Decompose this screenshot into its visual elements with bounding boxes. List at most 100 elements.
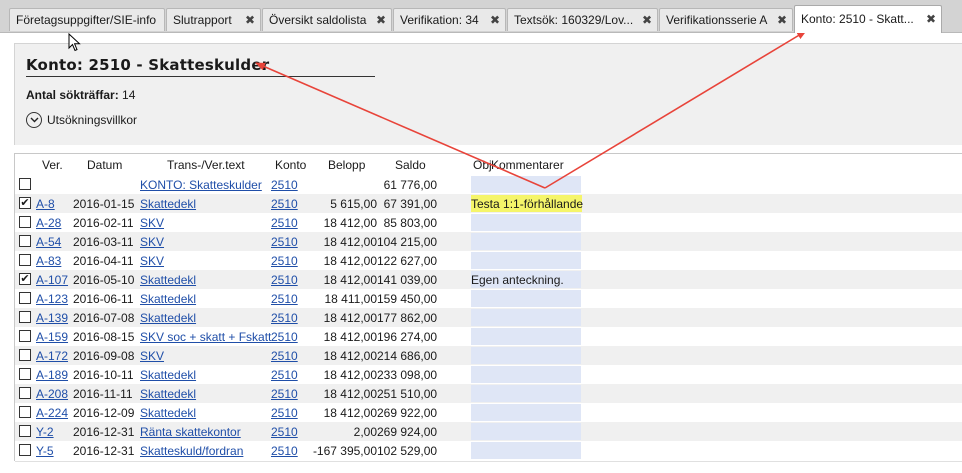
- row-checkbox[interactable]: [19, 292, 31, 304]
- comment-cell[interactable]: [471, 347, 581, 364]
- konto-link[interactable]: 2510: [271, 425, 298, 439]
- comment-cell[interactable]: [471, 328, 581, 345]
- trans-text-link[interactable]: Skattedekl: [140, 406, 196, 420]
- ver-link[interactable]: A-208: [36, 387, 68, 401]
- column-header-kommentarer[interactable]: Kommentarer: [491, 158, 564, 172]
- column-header-konto[interactable]: Konto: [275, 158, 306, 172]
- column-header-saldo[interactable]: Saldo: [395, 158, 426, 172]
- ver-link[interactable]: A-139: [36, 311, 68, 325]
- column-header-datum[interactable]: Datum: [87, 158, 122, 172]
- trans-text-link[interactable]: SKV: [140, 349, 164, 363]
- row-checkbox[interactable]: [19, 406, 31, 418]
- filter-label[interactable]: Utsökningsvillkor: [47, 113, 137, 127]
- trans-text-link[interactable]: KONTO: Skatteskulder: [140, 178, 262, 192]
- konto-link[interactable]: 2510: [271, 216, 298, 230]
- table-row[interactable]: A-83 2016-04-11 SKV 2510 18 412,00 122 627,00: [15, 251, 962, 270]
- table-row[interactable]: KONTO: Skatteskulder 2510 61 776,00: [15, 175, 962, 194]
- row-checkbox[interactable]: [19, 216, 31, 228]
- ver-link[interactable]: A-224: [36, 406, 68, 420]
- column-header-text[interactable]: Trans-/Ver.text: [167, 158, 245, 172]
- konto-link[interactable]: 2510: [271, 197, 298, 211]
- konto-link[interactable]: 2510: [271, 349, 298, 363]
- tab-label[interactable]: Slutrapport: [173, 9, 232, 31]
- ver-link[interactable]: A-83: [36, 254, 61, 268]
- ver-link[interactable]: A-172: [36, 349, 68, 363]
- tab-7[interactable]: Konto: 2510 - Skatt... ✖: [794, 5, 942, 33]
- close-icon[interactable]: ✖: [926, 6, 936, 32]
- tab-label[interactable]: Textsök: 160329/Lov...: [514, 9, 633, 31]
- tab-6[interactable]: Verifikationsserie A ✖: [659, 8, 793, 31]
- ver-link[interactable]: A-159: [36, 330, 68, 344]
- close-icon[interactable]: ✖: [642, 9, 652, 31]
- tab-1[interactable]: Företagsuppgifter/SIE-info: [9, 8, 165, 31]
- ver-link[interactable]: A-28: [36, 216, 61, 230]
- tab-3[interactable]: Översikt saldolista ✖: [262, 8, 392, 31]
- row-checkbox[interactable]: ✔: [19, 273, 31, 285]
- table-row[interactable]: A-172 2016-09-08 SKV 2510 18 412,00 214 686,0…: [15, 346, 962, 365]
- comment-cell[interactable]: [471, 366, 581, 383]
- ver-link[interactable]: A-107: [36, 273, 68, 287]
- tab-4[interactable]: Verifikation: 34 ✖: [393, 8, 506, 31]
- tab-label[interactable]: Företagsuppgifter/SIE-info: [16, 9, 156, 31]
- comment-cell[interactable]: [471, 252, 581, 269]
- trans-text-link[interactable]: SKV: [140, 216, 164, 230]
- table-row[interactable]: ✔ A-107 2016-05-10 Skattedekl 2510 18 412,00 1…: [15, 270, 962, 289]
- close-icon[interactable]: ✖: [376, 9, 386, 31]
- konto-link[interactable]: 2510: [271, 444, 298, 458]
- trans-text-link[interactable]: Skattedekl: [140, 368, 196, 382]
- konto-link[interactable]: 2510: [271, 235, 298, 249]
- row-checkbox[interactable]: [19, 330, 31, 342]
- column-header-obj[interactable]: Obj: [473, 158, 492, 172]
- trans-text-link[interactable]: Skattedekl: [140, 311, 196, 325]
- konto-link[interactable]: 2510: [271, 406, 298, 420]
- comment-cell[interactable]: [471, 233, 581, 250]
- close-icon[interactable]: ✖: [777, 9, 787, 31]
- tab-2[interactable]: Slutrapport ✖: [166, 8, 261, 31]
- trans-text-link[interactable]: Ränta skattekontor: [140, 425, 241, 439]
- konto-link[interactable]: 2510: [271, 330, 298, 344]
- chevron-down-icon[interactable]: [26, 112, 42, 128]
- konto-link[interactable]: 2510: [271, 311, 298, 325]
- trans-text-link[interactable]: Skattedekl: [140, 387, 196, 401]
- table-row[interactable]: A-224 2016-12-09 Skattedekl 2510 18 412,00 26…: [15, 403, 962, 422]
- row-checkbox[interactable]: [19, 425, 31, 437]
- trans-text-link[interactable]: SKV: [140, 254, 164, 268]
- row-checkbox[interactable]: [19, 349, 31, 361]
- comment-cell[interactable]: [471, 385, 581, 402]
- ver-link[interactable]: Y-2: [36, 425, 54, 439]
- comment-cell[interactable]: Egen anteckning.: [471, 271, 581, 288]
- row-checkbox[interactable]: [19, 444, 31, 456]
- konto-link[interactable]: 2510: [271, 178, 298, 192]
- trans-text-link[interactable]: Skattedekl: [140, 197, 196, 211]
- row-checkbox[interactable]: [19, 387, 31, 399]
- close-icon[interactable]: ✖: [245, 9, 255, 31]
- tab-label[interactable]: Översikt saldolista: [269, 9, 366, 31]
- close-icon[interactable]: ✖: [490, 9, 500, 31]
- comment-cell[interactable]: [471, 423, 581, 440]
- tab-5[interactable]: Textsök: 160329/Lov... ✖: [507, 8, 658, 31]
- comment-cell[interactable]: [471, 404, 581, 421]
- ver-link[interactable]: A-123: [36, 292, 68, 306]
- ver-link[interactable]: Y-5: [36, 444, 54, 458]
- table-row[interactable]: A-208 2016-11-11 Skattedekl 2510 18 412,00 25…: [15, 384, 962, 403]
- konto-link[interactable]: 2510: [271, 292, 298, 306]
- tab-label[interactable]: Verifikation: 34: [400, 9, 479, 31]
- konto-link[interactable]: 2510: [271, 368, 298, 382]
- tab-label[interactable]: Konto: 2510 - Skatt...: [801, 6, 914, 32]
- trans-text-link[interactable]: Skattedekl: [140, 292, 196, 306]
- konto-link[interactable]: 2510: [271, 387, 298, 401]
- tab-label[interactable]: Verifikationsserie A: [666, 9, 767, 31]
- comment-cell[interactable]: [471, 309, 581, 326]
- trans-text-link[interactable]: SKV soc + skatt + Fskatt: [140, 330, 271, 344]
- row-checkbox[interactable]: [19, 235, 31, 247]
- table-row[interactable]: A-139 2016-07-08 Skattedekl 2510 18 412,00 17…: [15, 308, 962, 327]
- table-row[interactable]: ✔ A-8 2016-01-15 Skattedekl 2510 5 615,00 67 3…: [15, 194, 962, 213]
- table-row[interactable]: A-159 2016-08-15 SKV soc + skatt + Fskatt 2…: [15, 327, 962, 346]
- row-checkbox[interactable]: [19, 311, 31, 323]
- row-checkbox[interactable]: [19, 368, 31, 380]
- table-row[interactable]: A-123 2016-06-11 Skattedekl 2510 18 411,00 15…: [15, 289, 962, 308]
- row-checkbox[interactable]: [19, 178, 31, 190]
- column-header-belopp[interactable]: Belopp: [328, 158, 365, 172]
- filter-toggle[interactable]: Utsökningsvillkor: [26, 110, 137, 130]
- trans-text-link[interactable]: Skattedekl: [140, 273, 196, 287]
